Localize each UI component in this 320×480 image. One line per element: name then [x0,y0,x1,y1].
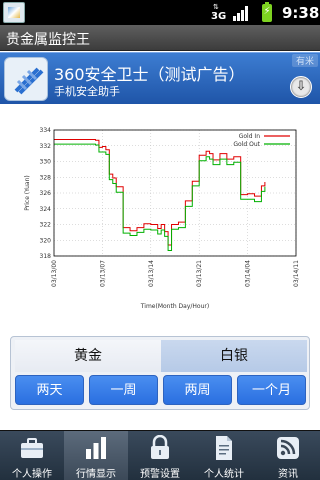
document-icon [216,436,232,460]
nav-alert-settings[interactable]: 预警设置 [128,431,192,480]
chart-series-line [54,143,266,251]
nav-label: 资讯 [278,469,298,480]
metal-tabs: 黄金 白银 [15,340,307,372]
chart-ytick-label: 318 [40,253,52,260]
rss-feed-icon [277,437,299,459]
nav-label: 个人操作 [12,469,52,480]
chart-legend-label: Gold Out [233,141,260,148]
chart-series-line [54,138,266,246]
app-title-bar: 贵金属监控王 [0,25,320,51]
chart-ytick-label: 322 [40,222,52,229]
period-two-weeks-button[interactable]: 两周 [163,375,232,405]
tab-gold[interactable]: 黄金 [15,340,161,372]
chart-xtick-label: 03/13/07 [99,260,106,287]
ad-provider-badge: 有米 [291,54,318,67]
tab-silver[interactable]: 白银 [161,340,307,372]
status-time: 9:38 [282,4,320,22]
price-chart: 318 320 322 324 326 328 330 332 334 03/13/00 03/1… [20,122,302,314]
nav-personal-stats[interactable]: 个人统计 [192,431,256,480]
chart-ytick-label: 320 [40,237,52,244]
chart-xtick-label: 03/14/04 [245,260,252,287]
ad-banner[interactable]: 360安全卫士（测试广告） 手机安全助手 有米 ⇩ [0,52,320,104]
chart-xtick-label: 03/13/14 [148,260,155,287]
nav-label: 个人统计 [204,469,244,480]
chart-ytick-label: 324 [40,206,52,213]
nav-label: 预警设置 [140,469,180,480]
period-one-month-button[interactable]: 一个月 [237,375,306,405]
app-title: 贵金属监控王 [6,32,90,48]
period-two-days-button[interactable]: 两天 [15,375,84,405]
bottom-nav: 个人操作 行情显示 预警设置 个人统计 资讯 [0,430,320,480]
chart-xtick-label: 03/14/11 [293,260,300,287]
app-notification-icon [3,2,25,23]
3g-network-icon: ⇅ 3G [211,3,227,22]
chart-ytick-label: 332 [40,143,52,150]
nav-label: 行情显示 [76,469,116,480]
ad-title: 360安全卫士（测试广告） [54,65,245,84]
ad-subtitle: 手机安全助手 [54,85,120,98]
price-chart-svg: 318 320 322 324 326 328 330 332 334 03/13/00 03/1… [24,127,300,310]
period-buttons: 两天 一周 两周 一个月 [15,375,307,405]
nav-news[interactable]: 资讯 [256,431,320,480]
chart-xtick-label: 03/13/21 [196,260,203,287]
chart-ylabel: Price (Yuan) [24,175,31,210]
chart-ytick-label: 334 [40,127,52,134]
battery-charging-icon [262,2,272,22]
lock-icon [151,435,169,459]
nav-personal-ops[interactable]: 个人操作 [0,431,64,480]
download-arrow-icon[interactable]: ⇩ [290,76,312,98]
chart-xlabel: Time(Month Day/Hour) [140,303,209,310]
360-security-app-icon [4,57,48,101]
chart-legend-label: Gold In [239,133,260,140]
chart-ytick-label: 328 [40,174,52,181]
signal-icon [233,5,251,21]
chart-ytick-label: 326 [40,190,52,197]
chart-ytick-label: 330 [40,159,52,166]
bar-chart-icon [86,437,106,459]
period-one-week-button[interactable]: 一周 [89,375,158,405]
chart-control-panel: 黄金 白银 两天 一周 两周 一个月 [10,336,310,410]
briefcase-icon [21,438,43,458]
status-bar: ⇅ 3G 9:38 [0,0,320,25]
chart-xtick-label: 03/13/00 [51,260,58,287]
nav-market-display[interactable]: 行情显示 [64,431,128,480]
